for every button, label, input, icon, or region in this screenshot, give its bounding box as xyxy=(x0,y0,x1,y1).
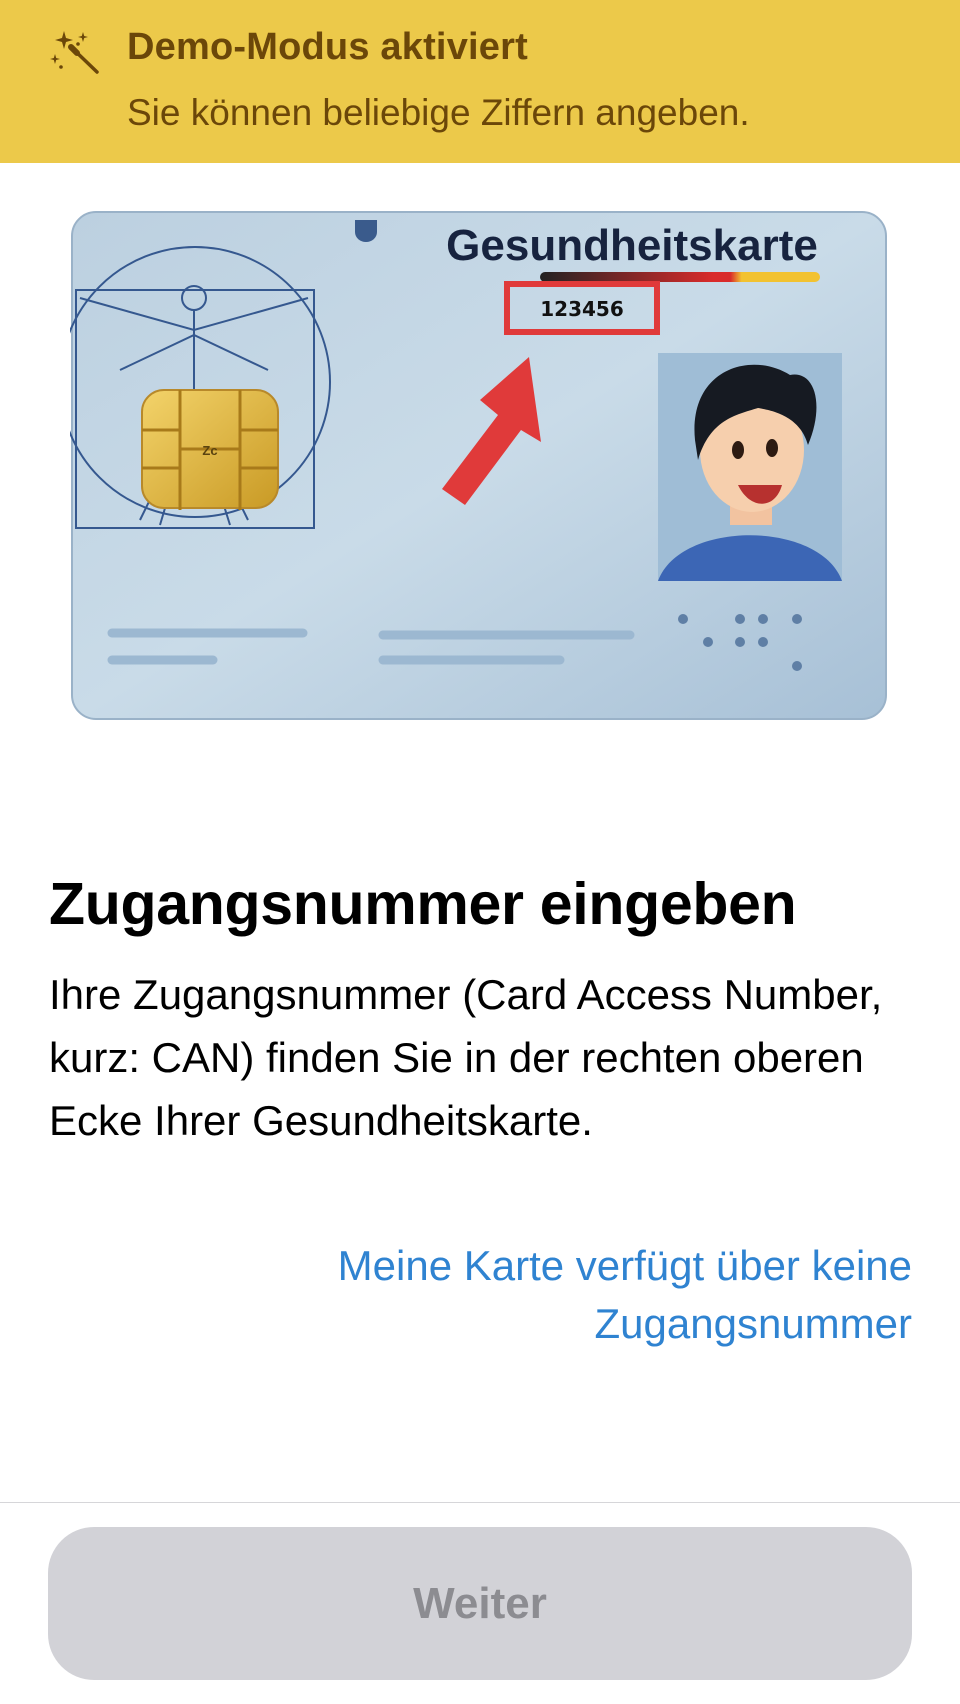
page-description: Ihre Zugangsnummer (Card Access Number, … xyxy=(49,971,883,1144)
avatar-icon xyxy=(658,353,842,581)
demo-mode-banner: Demo-Modus aktiviert Sie können beliebig… xyxy=(0,0,960,163)
svg-text:Zc: Zc xyxy=(202,443,217,458)
demo-mode-title: Demo-Modus aktiviert xyxy=(127,26,528,68)
continue-button[interactable]: Weiter xyxy=(48,1527,912,1680)
no-access-number-link[interactable]: Meine Karte verfügt über keine Zugangsnu… xyxy=(52,1237,912,1353)
footer-divider xyxy=(0,1502,960,1503)
magic-wand-sparkles-icon xyxy=(50,31,99,74)
card-can-number: 123456 xyxy=(540,297,624,321)
card-logo-icon xyxy=(355,220,377,242)
demo-mode-subtitle: Sie können beliebige Ziffern angeben. xyxy=(127,92,750,133)
page-title: Zugangsnummer eingeben xyxy=(49,871,797,937)
chip-icon: Zc xyxy=(141,389,279,510)
health-card-illustration: Zc Gesundheitskarte 123456 xyxy=(70,211,887,720)
card-title-text: Gesundheitskarte xyxy=(446,221,818,270)
